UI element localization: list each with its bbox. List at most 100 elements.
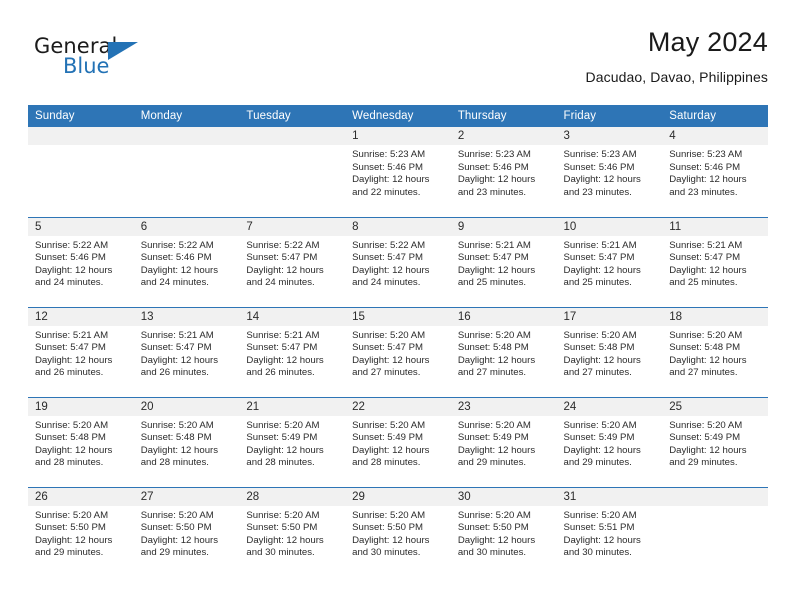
calendar-day-cell[interactable]: 14 Sunrise: 5:21 AM Sunset: 5:47 PM Dayligh… xyxy=(239,306,346,397)
day-number: 11 xyxy=(662,217,768,236)
sunrise-text: Sunrise: 5:22 AM xyxy=(140,239,214,251)
calendar-day-cell[interactable]: 24 Sunrise: 5:20 AM Sunset: 5:49 PM Dayligh… xyxy=(556,396,663,487)
daylight-text-line1: Daylight: 12 hours xyxy=(457,444,536,456)
day-details: Sunrise: 5:20 AM Sunset: 5:48 PM Daylight:… xyxy=(451,326,557,380)
calendar-day-cell[interactable]: 1 Sunrise: 5:23 AM Sunset: 5:46 PM Daylight… xyxy=(345,127,451,217)
sunset-text: Sunset: 5:50 PM xyxy=(35,522,106,534)
calendar-day-cell[interactable]: 16 Sunrise: 5:20 AM Sunset: 5:48 PM Dayligh… xyxy=(450,306,557,397)
daylight-text-line1: Daylight: 12 hours xyxy=(669,354,747,366)
day-details: Sunrise: 5:22 AM Sunset: 5:46 PM Daylight:… xyxy=(28,236,134,290)
daylight-text-line2: and 24 minutes. xyxy=(352,277,421,289)
sunrise-text: Sunrise: 5:22 AM xyxy=(352,239,426,251)
day-number: 20 xyxy=(133,397,240,416)
day-details: Sunrise: 5:20 AM Sunset: 5:49 PM Daylight:… xyxy=(662,416,768,470)
calendar-day-cell[interactable]: 13 Sunrise: 5:21 AM Sunset: 5:47 PM Dayligh… xyxy=(133,306,240,397)
day-number: 16 xyxy=(450,307,557,326)
daylight-text-line1: Daylight: 12 hours xyxy=(563,264,641,276)
daylight-text-line1: Daylight: 12 hours xyxy=(457,534,536,546)
calendar-day-cell[interactable]: 12 Sunrise: 5:21 AM Sunset: 5:47 PM Dayligh… xyxy=(28,306,134,397)
weekday-headers: Sunday Monday Tuesday Wednesday Thursday Frid… xyxy=(28,105,768,127)
calendar-day-cell[interactable]: 23 Sunrise: 5:20 AM Sunset: 5:49 PM Dayligh… xyxy=(450,396,557,487)
sunrise-text: Sunrise: 5:23 AM xyxy=(352,149,426,160)
calendar-day-cell[interactable]: 2 Sunrise: 5:23 AM Sunset: 5:46 PM Daylight… xyxy=(450,127,557,217)
page-title: May 2024 xyxy=(647,27,768,57)
general-blue-logo[interactable]: General Blue xyxy=(34,34,234,90)
calendar-day-cell[interactable]: 20 Sunrise: 5:20 AM Sunset: 5:48 PM Dayligh… xyxy=(133,396,240,487)
calendar-day-cell[interactable]: 27 Sunrise: 5:20 AM Sunset: 5:50 PM Dayligh… xyxy=(133,486,240,577)
daylight-text-line1: Daylight: 12 hours xyxy=(140,264,219,276)
day-number: 7 xyxy=(239,217,346,236)
daylight-text-line1: Daylight: 12 hours xyxy=(35,354,113,366)
day-number-band xyxy=(662,487,768,506)
sunset-text: Sunset: 5:47 PM xyxy=(352,252,424,264)
day-number: 26 xyxy=(28,487,134,506)
daylight-text-line1: Daylight: 12 hours xyxy=(140,534,219,546)
calendar-day-cell[interactable]: 7 Sunrise: 5:22 AM Sunset: 5:47 PM Daylight… xyxy=(239,216,346,307)
sunset-text: Sunset: 5:48 PM xyxy=(140,432,212,444)
calendar-day-cell[interactable]: 30 Sunrise: 5:20 AM Sunset: 5:50 PM Dayligh… xyxy=(450,486,557,577)
sunrise-text: Sunrise: 5:22 AM xyxy=(35,239,109,251)
calendar-day-cell[interactable]: 22 Sunrise: 5:20 AM Sunset: 5:49 PM Dayligh… xyxy=(345,396,451,487)
weekday-header-thursday: Thursday xyxy=(450,105,557,127)
calendar-day-cell[interactable]: 26 Sunrise: 5:20 AM Sunset: 5:50 PM Dayligh… xyxy=(28,486,134,577)
calendar-week-row: 12 Sunrise: 5:21 AM Sunset: 5:47 PM Dayligh… xyxy=(28,306,768,397)
day-number: 10 xyxy=(556,217,663,236)
calendar-day-cell[interactable]: 9 Sunrise: 5:21 AM Sunset: 5:47 PM Daylight… xyxy=(450,216,557,307)
day-number: 12 xyxy=(28,307,134,326)
day-number: 9 xyxy=(450,217,557,236)
day-number: 5 xyxy=(28,217,134,236)
day-details: Sunrise: 5:20 AM Sunset: 5:50 PM Daylight:… xyxy=(28,506,134,560)
sunrise-text: Sunrise: 5:20 AM xyxy=(457,329,531,341)
calendar-day-cell[interactable]: 28 Sunrise: 5:20 AM Sunset: 5:50 PM Dayligh… xyxy=(239,486,346,577)
daylight-text-line2: and 28 minutes. xyxy=(140,457,209,469)
daylight-text-line1: Daylight: 12 hours xyxy=(352,264,430,276)
calendar-day-cell[interactable]: 18 Sunrise: 5:20 AM Sunset: 5:48 PM Dayligh… xyxy=(662,306,768,397)
calendar-day-cell[interactable]: 11 Sunrise: 5:21 AM Sunset: 5:47 PM Dayligh… xyxy=(662,216,768,307)
weekday-header-tuesday: Tuesday xyxy=(239,105,346,127)
day-details: Sunrise: 5:20 AM Sunset: 5:48 PM Daylight:… xyxy=(134,416,240,470)
sunset-text: Sunset: 5:48 PM xyxy=(669,342,741,354)
weekday-header-wednesday: Wednesday xyxy=(345,105,451,127)
day-details: Sunrise: 5:20 AM Sunset: 5:50 PM Daylight:… xyxy=(134,506,240,560)
day-details: Sunrise: 5:23 AM Sunset: 5:46 PM Daylight:… xyxy=(451,145,557,199)
triangle-icon xyxy=(108,42,138,60)
day-number: 24 xyxy=(556,397,663,416)
calendar-day-cell[interactable]: 6 Sunrise: 5:22 AM Sunset: 5:46 PM Daylight… xyxy=(133,216,240,307)
daylight-text-line1: Daylight: 12 hours xyxy=(457,174,536,186)
calendar-header-row: Sunday Monday Tuesday Wednesday Thursday Frid… xyxy=(28,105,768,127)
day-details: Sunrise: 5:20 AM Sunset: 5:48 PM Daylight:… xyxy=(557,326,663,380)
title-block: May 2024 Dacudao, Davao, Philippines xyxy=(586,26,768,86)
day-number: 18 xyxy=(662,307,768,326)
calendar-day-cell[interactable]: 8 Sunrise: 5:22 AM Sunset: 5:47 PM Daylight… xyxy=(345,216,451,307)
calendar-day-cell[interactable]: 25 Sunrise: 5:20 AM Sunset: 5:49 PM Dayligh… xyxy=(662,396,768,487)
calendar-day-cell[interactable]: 15 Sunrise: 5:20 AM Sunset: 5:47 PM Dayligh… xyxy=(345,306,451,397)
sunrise-text: Sunrise: 5:21 AM xyxy=(246,329,320,341)
day-details: Sunrise: 5:22 AM Sunset: 5:47 PM Daylight:… xyxy=(239,236,345,290)
calendar-week-row: 1 Sunrise: 5:23 AM Sunset: 5:46 PM Daylight… xyxy=(28,127,768,217)
calendar-day-cell[interactable]: 17 Sunrise: 5:20 AM Sunset: 5:48 PM Dayligh… xyxy=(556,306,663,397)
daylight-text-line2: and 29 minutes. xyxy=(563,457,632,469)
daylight-text-line2: and 27 minutes. xyxy=(563,367,632,379)
day-number: 23 xyxy=(450,397,557,416)
day-number: 8 xyxy=(345,217,451,236)
calendar-day-cell[interactable]: 19 Sunrise: 5:20 AM Sunset: 5:48 PM Dayligh… xyxy=(28,396,134,487)
calendar-day-cell[interactable]: 31 Sunrise: 5:20 AM Sunset: 5:51 PM Dayligh… xyxy=(556,486,663,577)
calendar-page: General Blue May 2024 Dacudao, Davao, Ph… xyxy=(0,0,792,612)
calendar-body: 1 Sunrise: 5:23 AM Sunset: 5:46 PM Daylight… xyxy=(28,127,768,577)
calendar-day-cell[interactable]: 10 Sunrise: 5:21 AM Sunset: 5:47 PM Dayligh… xyxy=(556,216,663,307)
calendar-day-cell[interactable]: 3 Sunrise: 5:23 AM Sunset: 5:46 PM Daylight… xyxy=(556,127,663,217)
daylight-text-line2: and 28 minutes. xyxy=(352,457,421,469)
sunrise-text: Sunrise: 5:21 AM xyxy=(140,329,214,341)
daylight-text-line2: and 30 minutes. xyxy=(246,547,315,559)
daylight-text-line2: and 23 minutes. xyxy=(563,186,632,198)
sunrise-text: Sunrise: 5:20 AM xyxy=(352,329,426,341)
calendar-day-cell[interactable]: 29 Sunrise: 5:20 AM Sunset: 5:50 PM Dayligh… xyxy=(345,486,451,577)
daylight-text-line2: and 27 minutes. xyxy=(352,367,421,379)
calendar-day-cell[interactable]: 5 Sunrise: 5:22 AM Sunset: 5:46 PM Daylight… xyxy=(28,216,134,307)
sunrise-text: Sunrise: 5:20 AM xyxy=(563,329,637,341)
calendar-day-cell[interactable]: 4 Sunrise: 5:23 AM Sunset: 5:46 PM Daylight… xyxy=(662,127,768,217)
day-details: Sunrise: 5:21 AM Sunset: 5:47 PM Daylight:… xyxy=(134,326,240,380)
calendar-day-cell[interactable]: 21 Sunrise: 5:20 AM Sunset: 5:49 PM Dayligh… xyxy=(239,396,346,487)
sunrise-text: Sunrise: 5:20 AM xyxy=(669,329,743,341)
sunset-text: Sunset: 5:51 PM xyxy=(563,522,635,534)
